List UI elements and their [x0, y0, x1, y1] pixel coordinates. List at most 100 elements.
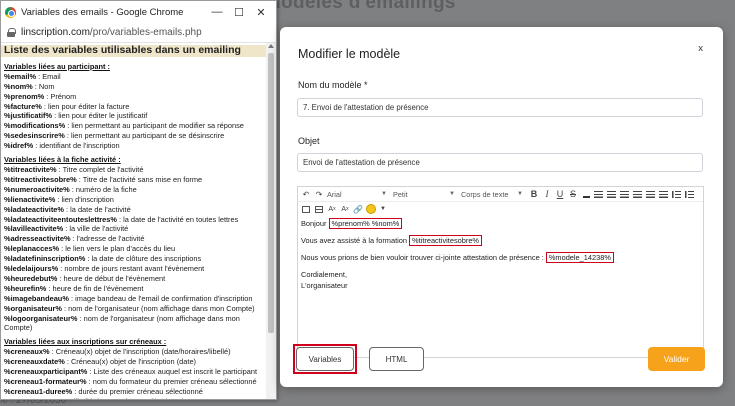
variable-name: %nom%	[4, 81, 33, 91]
variable-description: : la date de l'activité en toutes lettre…	[116, 214, 239, 224]
section-title: Variables liées au participant :	[4, 61, 110, 71]
numbered-list-icon[interactable]	[685, 190, 694, 198]
variable-description: : Liste des créneaux auquel est inscrit …	[87, 367, 258, 377]
body-attestation-text: Nous vous prions de bien vouloir trouver…	[301, 253, 546, 262]
variable-item: %ladatefininscription% : la date de clôt…	[4, 254, 263, 264]
variable-description: : libellé du 1er créneau sélectionné	[68, 397, 184, 399]
variable-description: : la ville de l'activité	[63, 224, 129, 234]
variable-name: %titreactivitesobre%	[4, 174, 77, 184]
image-icon[interactable]	[301, 203, 311, 215]
subscript-icon[interactable]: Ax	[340, 203, 350, 215]
indent-icon[interactable]	[659, 190, 668, 198]
italic-button[interactable]: I	[542, 188, 552, 200]
template-name-input[interactable]: 7. Envoi de l'attestation de présence	[297, 98, 703, 117]
variable-name: %leplanacces%	[4, 244, 60, 254]
redo-icon[interactable]: ↷	[314, 188, 324, 200]
variable-name: %creneau1-formateur%	[4, 377, 87, 386]
bold-button[interactable]: B	[529, 188, 539, 200]
block-format-select[interactable]: Corps de texte ▼	[461, 188, 523, 200]
maximize-button[interactable]: ☐	[228, 6, 250, 19]
superscript-icon[interactable]: Ax	[327, 203, 337, 215]
align-left-icon[interactable]	[594, 190, 603, 198]
variable-description: : lien d'inscription	[55, 194, 114, 204]
close-window-button[interactable]: ✕	[250, 6, 272, 19]
highlighted-variable-title: %titreactivitesobre%	[409, 235, 482, 246]
variable-description: : la date de clôture des inscriptions	[85, 254, 202, 264]
body-line-formation: Vous avez assisté à la formation %titrea…	[301, 235, 700, 246]
variable-name: %ladatefininscription%	[4, 254, 86, 264]
variable-name: %sedesinscrire%	[4, 131, 65, 141]
body-line-attestation: Nous vous prions de bien vouloir trouver…	[301, 252, 700, 263]
variable-description: : nombre de jours restant avant l'évènem…	[58, 264, 205, 274]
variable-description: : Créneau(x) objet de l'inscription (dat…	[64, 357, 197, 367]
scrollbar-thumb[interactable]	[268, 53, 274, 333]
text-color-icon[interactable]	[581, 188, 591, 200]
variables-button[interactable]: Variables	[296, 347, 354, 371]
strikethrough-button[interactable]: S	[568, 188, 578, 200]
variable-name: %creneaux%	[4, 347, 50, 357]
outdent-icon[interactable]	[646, 190, 655, 198]
variable-description: : Créneau(x) objet de l'inscription (dat…	[49, 347, 231, 357]
variable-name: %creneauxparticipant%	[4, 367, 88, 377]
popup-url-bar[interactable]: linscription.com /pro/variables-emails.p…	[1, 23, 276, 43]
align-right-icon[interactable]	[620, 190, 629, 198]
variable-description: : identifiant de l'inscription	[33, 141, 120, 151]
url-domain: linscription.com	[21, 27, 90, 38]
body-greeting-text: Bonjour	[301, 219, 329, 228]
editor-toolbar-row-2: Ax Ax 🔗 ▼	[298, 202, 703, 216]
popup-titlebar: Variables des emails - Google Chrome — ☐…	[1, 1, 276, 23]
variable-description: : la date de l'activité	[63, 204, 131, 214]
subject-input[interactable]: Envoi de l'attestation de présence	[297, 153, 703, 172]
editor-content[interactable]: Bonjour %prenom% %nom% Vous avez assisté…	[301, 218, 700, 291]
variable-description: : durée du premier créneau sélectionné	[72, 386, 203, 396]
variable-description: : Titre complet de l'activité	[56, 164, 144, 174]
variable-name: %imagebandeau%	[4, 293, 69, 303]
undo-icon[interactable]: ↶	[301, 188, 311, 200]
variable-description: : lien permettant au participant de se d…	[64, 131, 225, 141]
variable-name: %logoorganisateur%	[4, 313, 78, 323]
close-modal-button[interactable]: x	[698, 43, 703, 54]
variable-description: : Email	[36, 71, 61, 81]
variable-item: %modifications% : lien permettant au par…	[4, 121, 263, 131]
variable-item: %lavilleactivite% : la ville de l'activi…	[4, 224, 263, 234]
align-justify-icon[interactable]	[633, 190, 642, 198]
body-line-greeting: Bonjour %prenom% %nom%	[301, 218, 700, 229]
variable-sections: Variables liées au participant : %email% …	[4, 62, 263, 399]
variable-item: %creneau1-formateur% : nom du formateur …	[4, 377, 263, 387]
variable-description: : heure de début de l'évènement	[57, 273, 166, 283]
submit-button[interactable]: Valider	[648, 347, 705, 371]
variable-item: %nom% : Nom	[4, 82, 263, 92]
variable-item: %imagebandeau% : image bandeau de l'emai…	[4, 294, 263, 304]
rich-text-editor[interactable]: ↶ ↷ Arial ▼ Petit ▼ Corps de texte ▼ B I U …	[297, 186, 704, 358]
variable-description: : heure de fin de l'évènement	[46, 283, 144, 293]
chevron-down-icon: ▼	[449, 191, 455, 197]
variable-item: %creneauxparticipant% : Liste des crénea…	[4, 367, 263, 377]
align-center-icon[interactable]	[607, 190, 616, 198]
body-formation-text: Vous avez assisté à la formation	[301, 236, 410, 245]
variable-item: %creneauxdate% : Créneau(x) objet de l'i…	[4, 357, 263, 367]
chrome-icon	[5, 6, 16, 18]
font-size-select[interactable]: Petit ▼	[393, 188, 455, 200]
variable-description: : nom du formateur du premier créneau sé…	[86, 377, 257, 386]
emoji-icon[interactable]	[366, 204, 376, 214]
html-button[interactable]: HTML	[369, 347, 424, 371]
minimize-button[interactable]: —	[206, 6, 228, 18]
bullet-list-icon[interactable]	[672, 190, 681, 198]
link-icon[interactable]: 🔗	[353, 203, 363, 215]
modal-title: Modifier le modèle	[298, 47, 401, 61]
variable-item: %heurefin% : heure de fin de l'évènement	[4, 284, 263, 294]
variable-item: %creneaux% : Créneau(x) objet de l'inscr…	[4, 347, 263, 357]
variable-description: : lien pour éditer la facture	[41, 101, 130, 111]
scroll-up-arrow-icon[interactable]	[268, 44, 274, 48]
table-icon[interactable]	[314, 203, 324, 215]
variable-name: %idref%	[4, 141, 34, 151]
variable-item: %facture% : lien pour éditer la facture	[4, 102, 263, 112]
popup-scrollbar[interactable]	[266, 43, 276, 399]
chevron-down-icon[interactable]: ▼	[378, 203, 388, 215]
variable-name: %lavilleactivite%	[4, 224, 64, 234]
font-family-select[interactable]: Arial ▼	[327, 188, 387, 200]
variable-description: : Prénom	[44, 91, 77, 101]
underline-button[interactable]: U	[555, 188, 565, 200]
variable-description: : le lien vers le plan d'accès du lieu	[59, 244, 176, 254]
variable-item: %adresseactivite% : l'adresse de l'activ…	[4, 234, 263, 244]
